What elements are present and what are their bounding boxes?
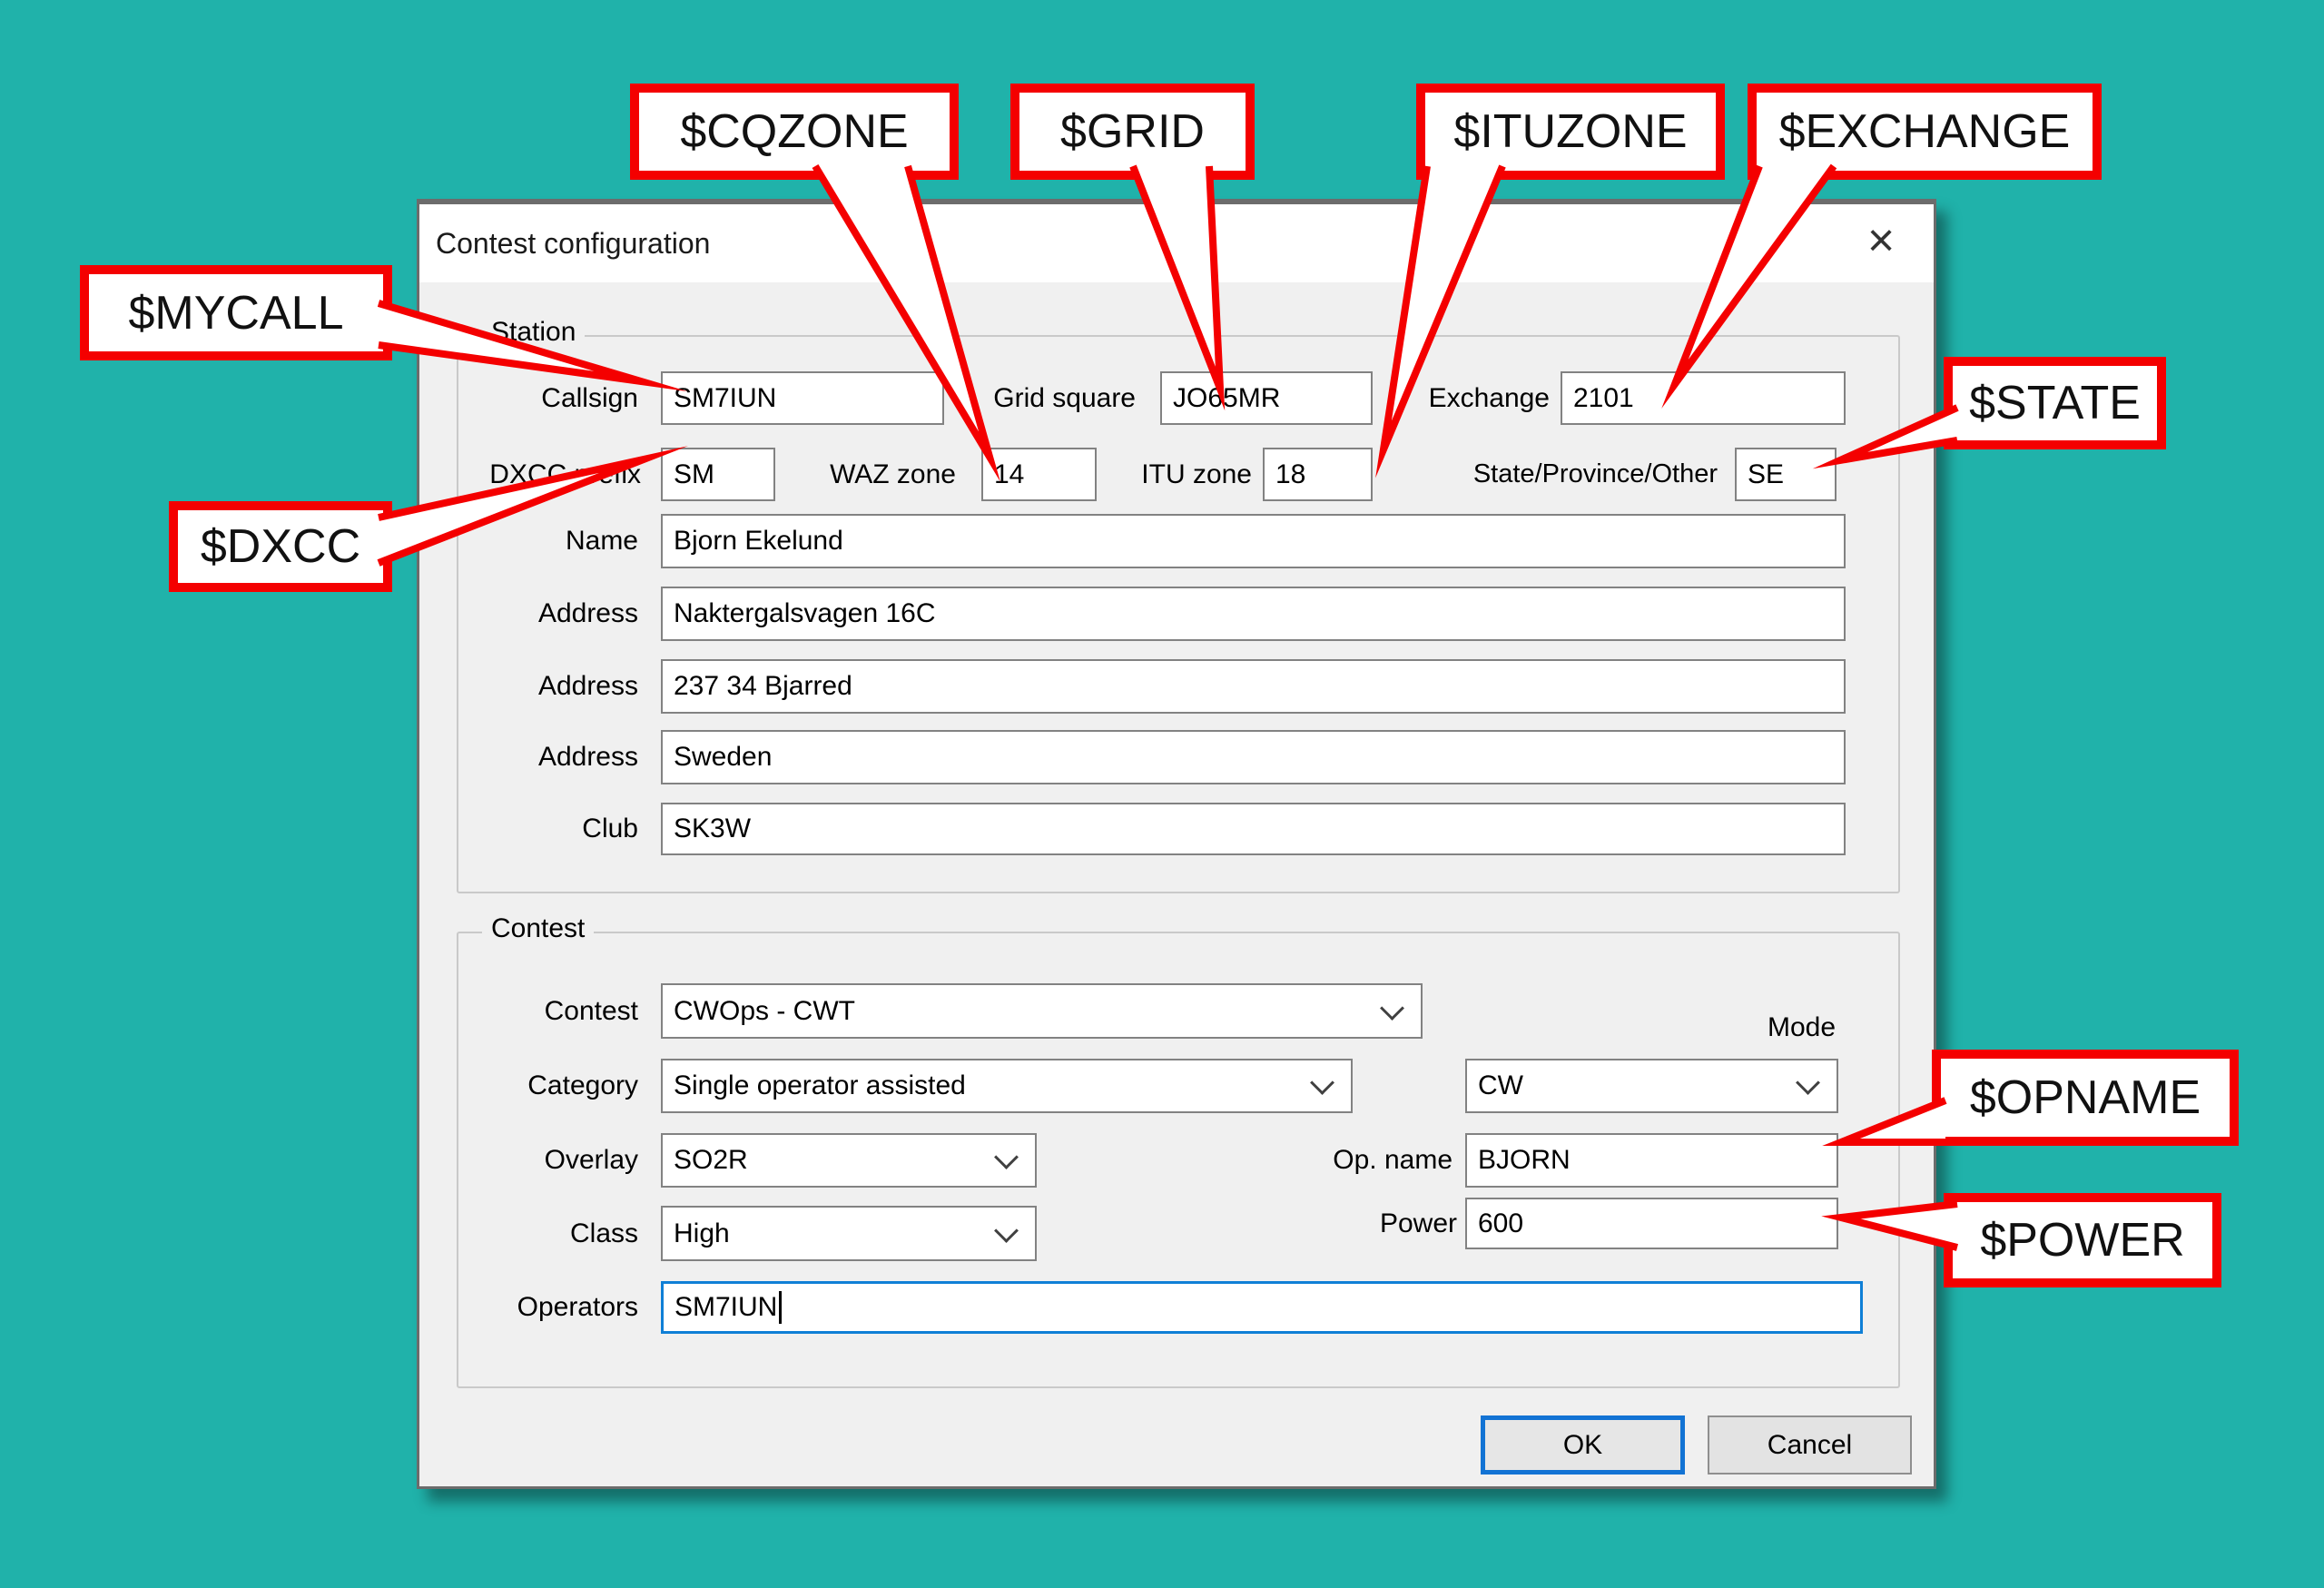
overlay-dropdown[interactable]: SO2R <box>661 1133 1037 1188</box>
chevron-down-icon <box>1796 1070 1820 1095</box>
class-label: Class <box>438 1206 638 1261</box>
close-icon: × <box>1867 213 1895 268</box>
dxcc-prefix-field[interactable]: SM <box>661 448 775 501</box>
category-label: Category <box>438 1059 638 1113</box>
callsign-label: Callsign <box>438 371 638 425</box>
mode-label: Mode <box>1768 1009 1867 1047</box>
callout-power: $POWER <box>1944 1193 2221 1287</box>
operators-field[interactable]: SM7IUN <box>661 1281 1863 1334</box>
callout-grid: $GRID <box>1010 84 1255 180</box>
chevron-down-icon <box>1310 1070 1334 1095</box>
name-label: Name <box>438 514 638 568</box>
callsign-field[interactable]: SM7IUN <box>661 371 944 425</box>
station-group-legend: Station <box>482 317 585 348</box>
overlay-label: Overlay <box>438 1133 638 1188</box>
callout-exchange: $EXCHANGE <box>1748 84 2102 180</box>
op-name-field[interactable]: BJORN <box>1465 1133 1838 1188</box>
state-province-field[interactable]: SE <box>1735 448 1837 501</box>
address2-field[interactable]: 237 34 Bjarred <box>661 659 1846 714</box>
state-province-label: State/Province/Other <box>1418 448 1718 501</box>
dialog-titlebar: Contest configuration × <box>419 204 1934 282</box>
itu-zone-label: ITU zone <box>1108 448 1252 501</box>
name-field[interactable]: Bjorn Ekelund <box>661 514 1846 568</box>
callout-ituzone: $ITUZONE <box>1416 84 1725 180</box>
power-field[interactable]: 600 <box>1465 1198 1838 1249</box>
dialog-title: Contest configuration <box>436 204 710 282</box>
callout-cqzone: $CQZONE <box>630 84 959 180</box>
chevron-down-icon <box>994 1218 1019 1243</box>
chevron-down-icon <box>994 1145 1019 1169</box>
grid-square-label: Grid square <box>989 371 1136 425</box>
waz-zone-label: WAZ zone <box>793 448 956 501</box>
contest-label: Contest <box>438 983 638 1039</box>
contest-configuration-dialog: Contest configuration × Station Callsign… <box>417 199 1936 1489</box>
mode-dropdown-value: CW <box>1478 1070 1523 1101</box>
callout-dxcc: $DXCC <box>169 501 392 592</box>
class-dropdown-value: High <box>674 1218 730 1249</box>
address3-label: Address <box>438 730 638 784</box>
ok-button[interactable]: OK <box>1481 1415 1685 1475</box>
overlay-dropdown-value: SO2R <box>674 1145 748 1176</box>
mode-dropdown[interactable]: CW <box>1465 1059 1838 1113</box>
close-button[interactable]: × <box>1852 212 1910 270</box>
callout-opname: $OPNAME <box>1932 1050 2239 1146</box>
text-cursor <box>779 1291 782 1324</box>
cancel-button[interactable]: Cancel <box>1708 1415 1912 1475</box>
contest-group-legend: Contest <box>482 913 594 944</box>
address3-field[interactable]: Sweden <box>661 730 1846 784</box>
exchange-field[interactable]: 2101 <box>1561 371 1846 425</box>
waz-zone-field[interactable]: 14 <box>981 448 1097 501</box>
contest-dropdown[interactable]: CWOps - CWT <box>661 983 1423 1039</box>
class-dropdown[interactable]: High <box>661 1206 1037 1261</box>
op-name-label: Op. name <box>1304 1133 1452 1188</box>
callout-mycall: $MYCALL <box>80 265 392 360</box>
address1-field[interactable]: Naktergalsvagen 16C <box>661 587 1846 641</box>
operators-label: Operators <box>438 1281 638 1334</box>
slide-background: Contest configuration × Station Callsign… <box>0 0 2324 1588</box>
chevron-down-icon <box>1380 996 1404 1021</box>
itu-zone-field[interactable]: 18 <box>1263 448 1373 501</box>
power-label: Power <box>1304 1198 1457 1249</box>
dxcc-prefix-label: DXCC prefix <box>438 448 641 501</box>
category-dropdown-value: Single operator assisted <box>674 1070 966 1101</box>
club-field[interactable]: SK3W <box>661 803 1846 855</box>
address1-label: Address <box>438 587 638 641</box>
contest-dropdown-value: CWOps - CWT <box>674 996 855 1027</box>
address2-label: Address <box>438 659 638 714</box>
grid-square-field[interactable]: JO65MR <box>1160 371 1373 425</box>
callout-state: $STATE <box>1944 357 2166 449</box>
operators-field-value: SM7IUN <box>675 1292 777 1323</box>
category-dropdown[interactable]: Single operator assisted <box>661 1059 1353 1113</box>
exchange-label: Exchange <box>1413 371 1550 425</box>
club-label: Club <box>438 803 638 855</box>
